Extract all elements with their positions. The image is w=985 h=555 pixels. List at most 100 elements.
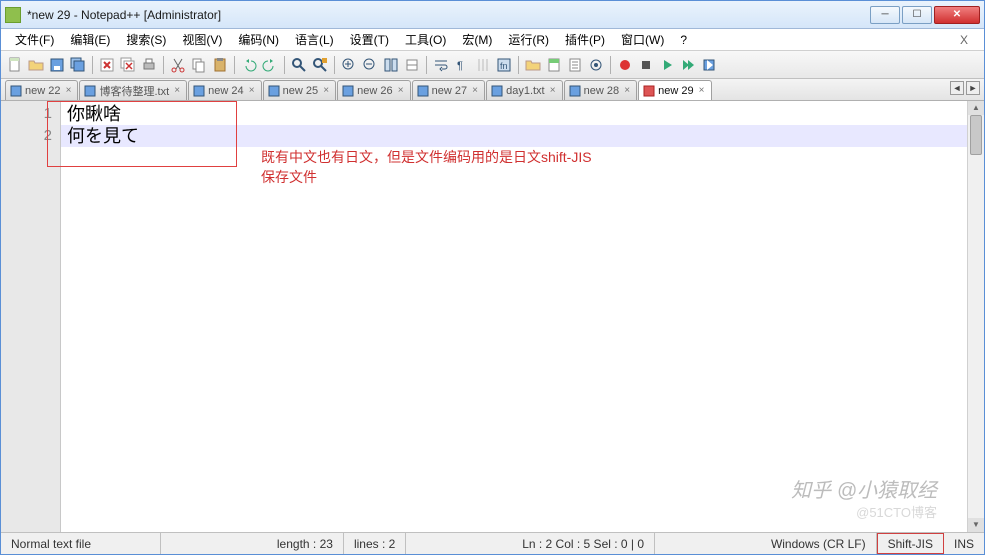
menu-settings[interactable]: 设置(T)	[342, 29, 397, 50]
save-all-icon[interactable]	[68, 55, 88, 75]
line-number-gutter: 1 2	[1, 101, 61, 532]
code-line[interactable]: 你瞅啥	[61, 103, 967, 125]
tab-prev-icon[interactable]: ◄	[950, 81, 964, 95]
tab-close-icon[interactable]: ×	[470, 86, 480, 96]
indent-guide-icon[interactable]	[473, 55, 493, 75]
status-encoding[interactable]: Shift-JIS	[877, 533, 944, 554]
tab-8[interactable]: new 29×	[638, 80, 711, 100]
tab-5[interactable]: new 27×	[412, 80, 485, 100]
tab-close-icon[interactable]: ×	[697, 86, 707, 96]
save-icon[interactable]	[47, 55, 67, 75]
close-button[interactable]: ✕	[934, 6, 980, 24]
maximize-button[interactable]: ☐	[902, 6, 932, 24]
status-eol[interactable]: Windows (CR LF)	[761, 533, 877, 554]
tab-close-icon[interactable]: ×	[63, 86, 73, 96]
tab-close-icon[interactable]: ×	[172, 86, 182, 96]
stop-macro-icon[interactable]	[636, 55, 656, 75]
close-all-icon[interactable]	[118, 55, 138, 75]
tab-0[interactable]: new 22×	[5, 80, 78, 100]
zoom-in-icon[interactable]	[339, 55, 359, 75]
menu-edit[interactable]: 编辑(E)	[62, 29, 118, 50]
scroll-thumb[interactable]	[970, 115, 982, 155]
tab-close-icon[interactable]: ×	[321, 86, 331, 96]
menu-encoding[interactable]: 编码(N)	[230, 29, 287, 50]
saved-file-icon	[491, 85, 503, 97]
watermark: 知乎 @小猿取经	[791, 480, 937, 502]
show-all-chars-icon[interactable]: ¶	[452, 55, 472, 75]
status-filetype: Normal text file	[1, 533, 161, 554]
paste-icon[interactable]	[210, 55, 230, 75]
tab-7[interactable]: new 28×	[564, 80, 637, 100]
tab-label: new 28	[584, 85, 619, 97]
saved-file-icon	[417, 85, 429, 97]
menu-file[interactable]: 文件(F)	[7, 29, 62, 50]
play-multi-icon[interactable]	[678, 55, 698, 75]
menu-language[interactable]: 语言(L)	[287, 29, 342, 50]
wordwrap-icon[interactable]	[431, 55, 451, 75]
menu-x-icon[interactable]: X	[952, 31, 976, 49]
window-title: *new 29 - Notepad++ [Administrator]	[27, 8, 870, 22]
menu-tools[interactable]: 工具(O)	[397, 29, 454, 50]
doc-map-icon[interactable]	[544, 55, 564, 75]
lang-icon[interactable]: fn	[494, 55, 514, 75]
replace-icon[interactable]	[310, 55, 330, 75]
close-file-icon[interactable]	[97, 55, 117, 75]
cut-icon[interactable]	[168, 55, 188, 75]
monitor-icon[interactable]	[586, 55, 606, 75]
new-file-icon[interactable]	[5, 55, 25, 75]
tab-2[interactable]: new 24 ×	[188, 80, 261, 100]
print-icon[interactable]	[139, 55, 159, 75]
tab-close-icon[interactable]: ×	[247, 86, 257, 96]
menu-macro[interactable]: 宏(M)	[454, 29, 500, 50]
sync-v-icon[interactable]	[381, 55, 401, 75]
func-list-icon[interactable]	[565, 55, 585, 75]
saved-file-icon	[193, 85, 205, 97]
undo-icon[interactable]	[239, 55, 259, 75]
saved-file-icon	[342, 85, 354, 97]
code-line-current[interactable]: 何を見て	[61, 125, 967, 147]
tab-next-icon[interactable]: ►	[966, 81, 980, 95]
redo-icon[interactable]	[260, 55, 280, 75]
titlebar[interactable]: *new 29 - Notepad++ [Administrator] ─ ☐ …	[1, 1, 984, 29]
tab-close-icon[interactable]: ×	[622, 86, 632, 96]
copy-icon[interactable]	[189, 55, 209, 75]
find-icon[interactable]	[289, 55, 309, 75]
saved-file-icon	[569, 85, 581, 97]
folder-icon[interactable]	[523, 55, 543, 75]
save-macro-icon[interactable]	[699, 55, 719, 75]
open-file-icon[interactable]	[26, 55, 46, 75]
window-buttons: ─ ☐ ✕	[870, 6, 980, 24]
scroll-up-icon[interactable]: ▲	[968, 101, 984, 115]
scroll-down-icon[interactable]: ▼	[968, 518, 984, 532]
tab-close-icon[interactable]: ×	[396, 86, 406, 96]
svg-text:¶: ¶	[457, 60, 463, 72]
tab-label: new 22	[25, 85, 60, 97]
menu-window[interactable]: 窗口(W)	[613, 29, 672, 50]
zoom-out-icon[interactable]	[360, 55, 380, 75]
sync-h-icon[interactable]	[402, 55, 422, 75]
tab-3[interactable]: new 25×	[263, 80, 336, 100]
status-mode[interactable]: INS	[944, 533, 984, 554]
minimize-button[interactable]: ─	[870, 6, 900, 24]
play-macro-icon[interactable]	[657, 55, 677, 75]
menu-run[interactable]: 运行(R)	[500, 29, 557, 50]
menubar: 文件(F) 编辑(E) 搜索(S) 视图(V) 编码(N) 语言(L) 设置(T…	[1, 29, 984, 51]
record-macro-icon[interactable]	[615, 55, 635, 75]
tab-label: new 24	[208, 85, 243, 97]
menu-help[interactable]: ?	[672, 31, 695, 49]
tabbar: new 22×博客待整理.txt×new 24×new 25×new 26×ne…	[1, 79, 984, 101]
menu-search[interactable]: 搜索(S)	[118, 29, 174, 50]
tab-4[interactable]: new 26×	[337, 80, 410, 100]
tab-6[interactable]: day1.txt×	[486, 80, 563, 100]
app-icon	[5, 7, 21, 23]
editor-area: 1 2 你瞅啥 何を見て 既有中文也有日文，但是文件编码用的是日文shift-J…	[1, 101, 984, 532]
tab-1[interactable]: 博客待整理.txt×	[79, 80, 187, 100]
text-content[interactable]: 你瞅啥 何を見て 既有中文也有日文，但是文件编码用的是日文shift-JIS 保…	[61, 101, 967, 532]
annotation-text: 既有中文也有日文，但是文件编码用的是日文shift-JIS 保存文件	[261, 147, 592, 187]
tab-label: 博客待整理.txt	[99, 83, 169, 99]
svg-text:fn: fn	[500, 61, 508, 71]
menu-view[interactable]: 视图(V)	[174, 29, 230, 50]
menu-plugins[interactable]: 插件(P)	[557, 29, 613, 50]
vertical-scrollbar[interactable]: ▲ ▼	[967, 101, 984, 532]
tab-close-icon[interactable]: ×	[548, 86, 558, 96]
